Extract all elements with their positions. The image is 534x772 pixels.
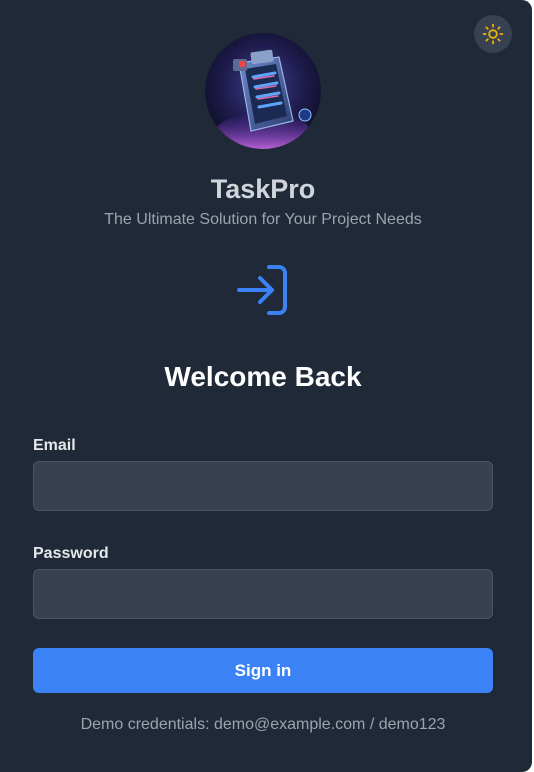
sun-icon [482,23,504,45]
email-label: Email [33,437,76,454]
app-tagline: The Ultimate Solution for Your Project N… [104,211,422,228]
demo-credentials-note: Demo credentials: demo@example.com / dem… [80,716,446,733]
clipboard-logo [205,33,321,149]
welcome-heading: Welcome Back [164,361,362,392]
app-logo [205,33,321,149]
theme-toggle-button[interactable] [474,15,512,53]
email-field[interactable] [33,461,493,511]
sign-in-button[interactable]: Sign in [33,648,493,693]
app-name: TaskPro [210,174,316,204]
login-card: TaskPro The Ultimate Solution for Your P… [0,0,532,772]
login-icon-wrap [236,264,290,316]
log-in-icon [237,265,287,315]
password-label: Password [33,545,109,562]
password-field[interactable] [33,569,493,619]
